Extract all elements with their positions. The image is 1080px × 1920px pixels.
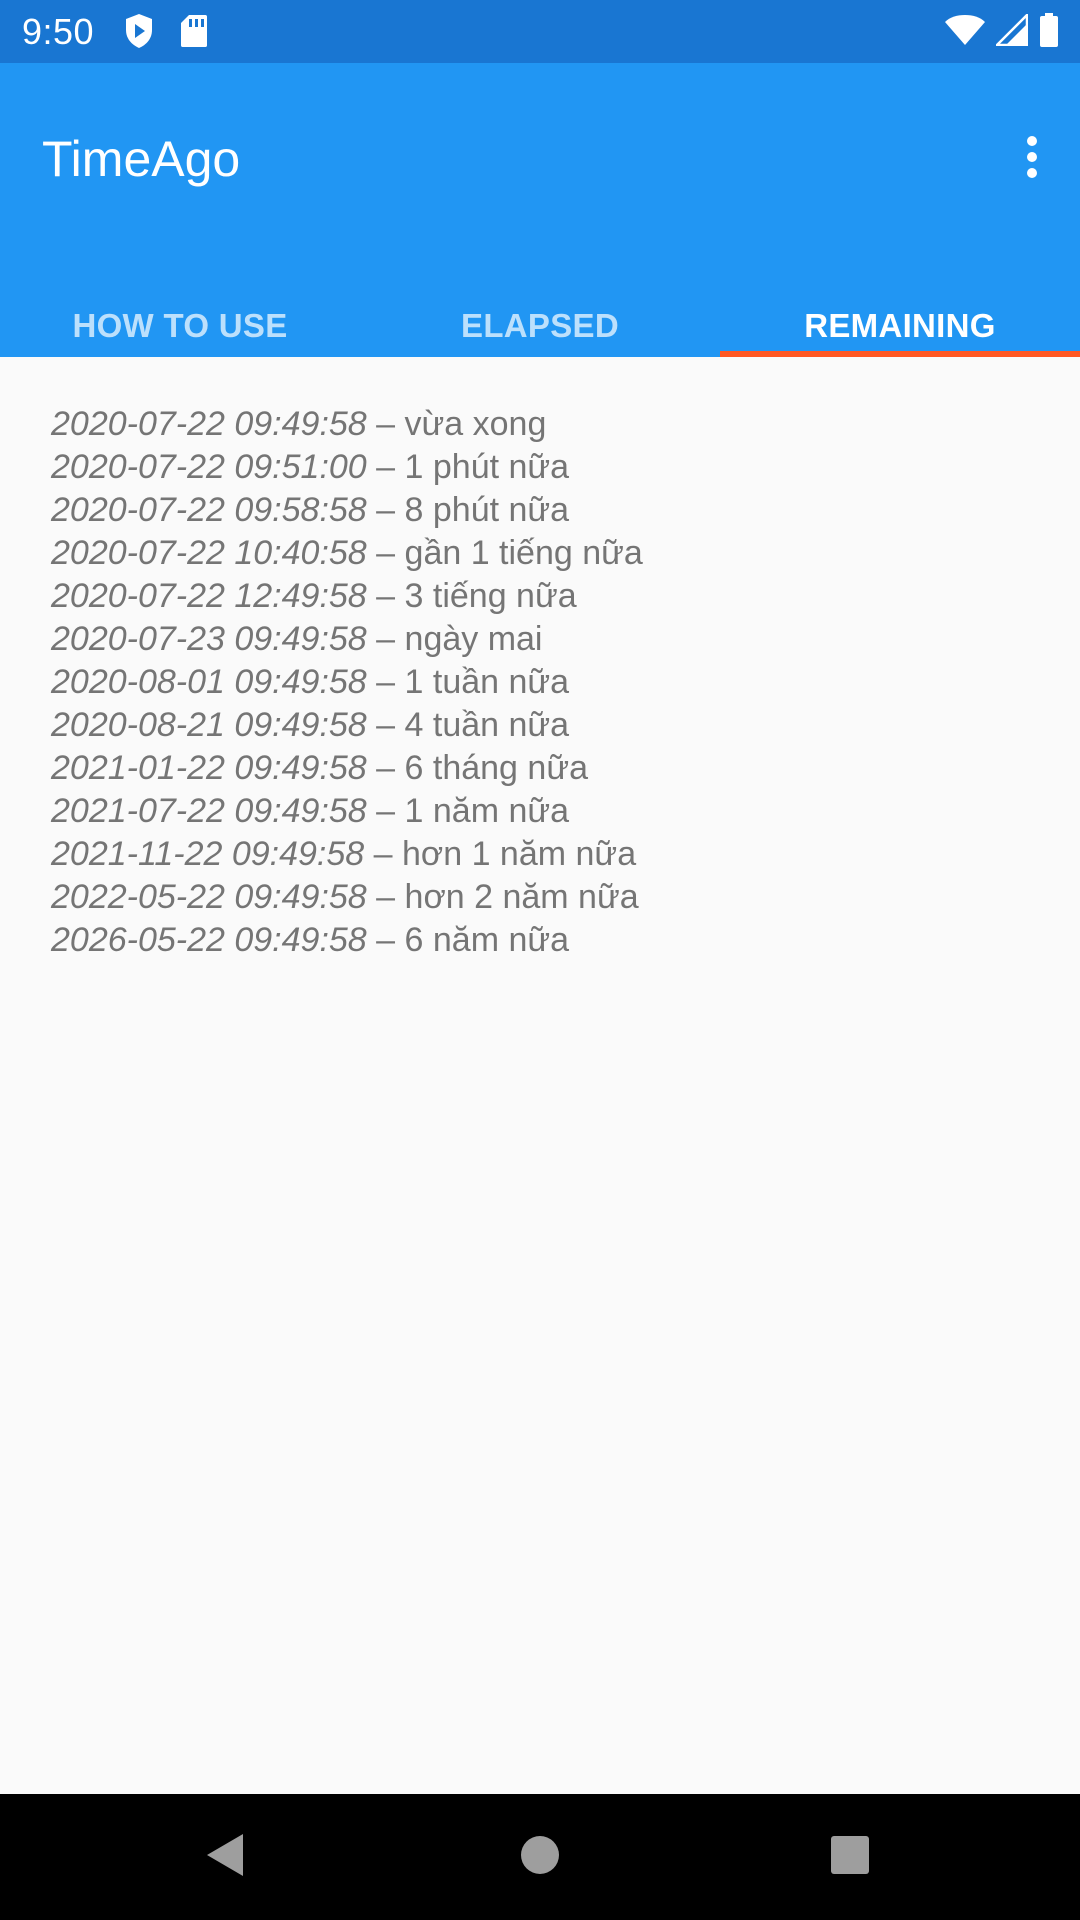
app-title: TimeAgo (42, 131, 241, 187)
item-separator: – (364, 835, 403, 873)
item-date: 2020-07-22 09:51:00 (51, 448, 367, 486)
status-right-icons (944, 11, 1060, 53)
back-icon (205, 1832, 245, 1883)
tab-label: ELAPSED (461, 306, 619, 344)
item-separator: – (366, 921, 405, 959)
item-date: 2020-07-22 10:40:58 (51, 534, 367, 572)
home-icon (520, 1835, 560, 1880)
navigation-bar (0, 1794, 1080, 1920)
item-text: 6 năm nữa (404, 921, 570, 959)
item-separator: – (366, 749, 405, 787)
item-date: 2020-08-01 09:49:58 (51, 663, 367, 701)
tab-bar: HOW TO USE ELAPSED REMAINING (0, 294, 1080, 357)
item-text: 8 phút nữa (404, 491, 570, 529)
item-separator: – (366, 878, 405, 916)
item-date: 2020-08-21 09:49:58 (51, 706, 367, 744)
list-item: 2020-08-21 09:49:58 – 4 tuần nữa (51, 704, 643, 747)
cell-signal-icon (993, 11, 1029, 51)
item-date: 2021-01-22 09:49:58 (51, 749, 367, 787)
item-text: 1 năm nữa (404, 792, 570, 830)
list-item: 2026-05-22 09:49:58 – 6 năm nữa (51, 919, 643, 962)
item-date: 2026-05-22 09:49:58 (51, 921, 367, 959)
item-date: 2020-07-22 09:58:58 (51, 491, 367, 529)
item-separator: – (366, 534, 405, 572)
item-text: gần 1 tiếng nữa (404, 534, 643, 572)
item-text: 4 tuần nữa (404, 706, 570, 744)
tab-remaining[interactable]: REMAINING (720, 294, 1080, 357)
app-bar: TimeAgo HOW TO USE ELAPSED REMAINING (0, 63, 1080, 357)
list-item: 2022-05-22 09:49:58 – hơn 2 năm nữa (51, 876, 643, 919)
shield-play-icon (124, 13, 154, 54)
item-date: 2021-11-22 09:49:58 (51, 835, 365, 873)
list-item: 2021-11-22 09:49:58 – hơn 1 năm nữa (51, 833, 643, 876)
list-item: 2021-07-22 09:49:58 – 1 năm nữa (51, 790, 643, 833)
list-item: 2020-08-01 09:49:58 – 1 tuần nữa (51, 661, 643, 704)
list-item: 2020-07-22 09:49:58 – vừa xong (51, 403, 643, 446)
item-text: 1 tuần nữa (404, 663, 570, 701)
tab-label: REMAINING (804, 306, 996, 344)
item-text: 3 tiếng nữa (404, 577, 577, 615)
item-date: 2020-07-23 09:49:58 (51, 620, 367, 658)
list-item: 2021-01-22 09:49:58 – 6 tháng nữa (51, 747, 643, 790)
list-item: 2020-07-22 09:51:00 – 1 phút nữa (51, 446, 643, 489)
tab-label: HOW TO USE (72, 306, 288, 344)
item-date: 2020-07-22 09:49:58 (51, 405, 367, 443)
item-separator: – (366, 577, 405, 615)
list-item: 2020-07-22 10:40:58 – gần 1 tiếng nữa (51, 532, 643, 575)
item-text: 6 tháng nữa (404, 749, 588, 787)
item-separator: – (366, 706, 405, 744)
back-button[interactable] (190, 1822, 260, 1892)
item-text: hơn 2 năm nữa (404, 878, 639, 916)
battery-icon (1038, 12, 1060, 53)
home-button[interactable] (505, 1822, 575, 1892)
item-date: 2021-07-22 09:49:58 (51, 792, 367, 830)
remaining-list: 2020-07-22 09:49:58 – vừa xong 2020-07-2… (51, 403, 643, 962)
item-separator: – (366, 491, 405, 529)
item-separator: – (366, 663, 405, 701)
item-text: ngày mai (404, 620, 543, 658)
status-time: 9:50 (22, 11, 95, 52)
list-item: 2020-07-23 09:49:58 – ngày mai (51, 618, 643, 661)
item-text: hơn 1 năm nữa (402, 835, 637, 873)
status-bar: 9:50 (0, 0, 1080, 63)
status-left-icons (124, 13, 208, 53)
item-text: vừa xong (404, 405, 547, 443)
tab-elapsed[interactable]: ELAPSED (360, 294, 720, 357)
recents-icon (830, 1835, 870, 1880)
item-date: 2022-05-22 09:49:58 (51, 878, 367, 916)
recents-button[interactable] (815, 1822, 885, 1892)
item-separator: – (366, 405, 405, 443)
remaining-content[interactable]: 2020-07-22 09:49:58 – vừa xong 2020-07-2… (0, 357, 1080, 1794)
sd-card-icon (180, 14, 208, 53)
item-text: 1 phút nữa (404, 448, 570, 486)
item-separator: – (366, 620, 405, 658)
list-item: 2020-07-22 12:49:58 – 3 tiếng nữa (51, 575, 643, 618)
item-date: 2020-07-22 12:49:58 (51, 577, 367, 615)
item-separator: – (366, 448, 405, 486)
list-item: 2020-07-22 09:58:58 – 8 phút nữa (51, 489, 643, 532)
wifi-icon (944, 14, 986, 51)
more-vert-icon (1026, 135, 1038, 184)
overflow-menu-button[interactable] (996, 123, 1068, 195)
tab-how-to-use[interactable]: HOW TO USE (0, 294, 360, 357)
item-separator: – (366, 792, 405, 830)
